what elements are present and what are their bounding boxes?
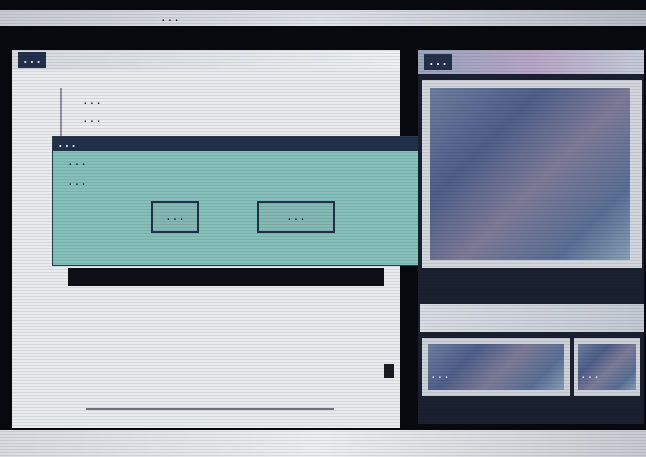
dialog-message: ... — [67, 175, 87, 188]
preview-frame — [422, 80, 642, 268]
right-panel: ... ... ... — [418, 50, 644, 424]
thumbnail-right[interactable]: ... — [574, 338, 640, 396]
dialog-title: ... — [57, 137, 77, 150]
list-item[interactable]: ... — [82, 94, 102, 107]
dialog-subtitle: ... — [67, 155, 87, 168]
left-panel-footer-rule — [86, 408, 334, 410]
thumbnail-left-label: ... — [430, 368, 450, 381]
right-panel-header: ... — [418, 50, 644, 74]
dialog-shadow — [68, 268, 384, 286]
right-panel-title: ... — [424, 54, 452, 70]
left-panel-title: ... — [18, 52, 46, 68]
scroll-handle[interactable] — [384, 364, 394, 378]
window-title: ... — [160, 11, 180, 24]
thumbnail-right-label: ... — [580, 368, 600, 381]
dialog: ... ... ... ... ... — [52, 136, 422, 266]
thumbnail-left[interactable]: ... — [422, 338, 570, 396]
preview-image — [430, 88, 630, 260]
ok-button[interactable]: ... — [151, 201, 199, 233]
thumbnail-left-image — [428, 344, 564, 390]
cancel-button[interactable]: ... — [257, 201, 335, 233]
dialog-titlebar: ... — [53, 137, 421, 151]
window-title-bar: ... — [0, 10, 646, 26]
thumbnail-strip — [420, 304, 644, 332]
left-panel-header: ... — [12, 50, 400, 70]
thumbnail-right-image — [578, 344, 636, 390]
list-item[interactable]: ... — [82, 112, 102, 125]
status-bar — [0, 430, 646, 457]
